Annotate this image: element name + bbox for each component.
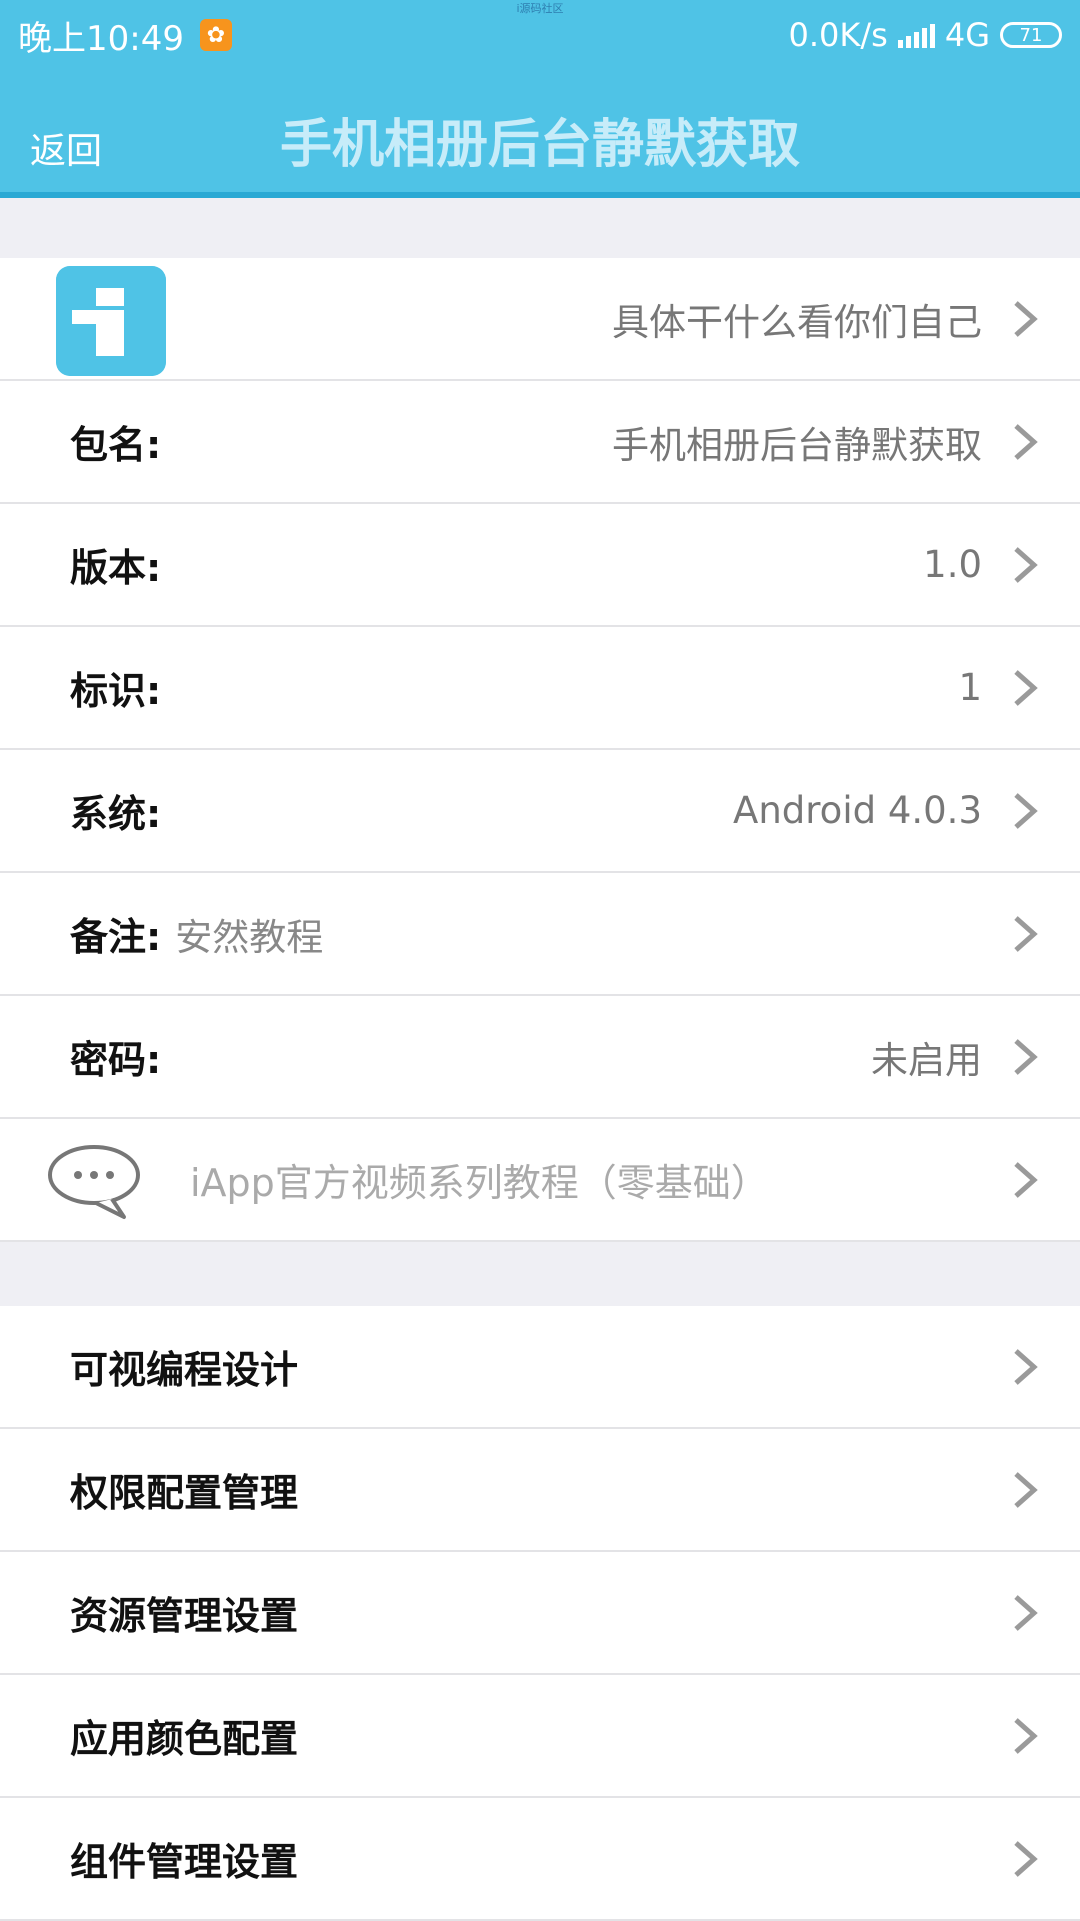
menu-item-label: 可视编程设计 bbox=[70, 1348, 299, 1392]
battery-level: 71 bbox=[1019, 24, 1043, 46]
battery-icon: 71 bbox=[1000, 22, 1062, 48]
password-label: 密码: bbox=[70, 1038, 162, 1082]
app-description-row[interactable]: 具体干什么看你们自己 bbox=[0, 258, 1080, 381]
package-value: 手机相册后台静默获取 bbox=[612, 423, 982, 467]
menu-item-label: 权限配置管理 bbox=[70, 1471, 299, 1515]
chevron-right-icon bbox=[1014, 1471, 1038, 1508]
network-type: 4G bbox=[944, 16, 990, 54]
package-label: 包名: bbox=[70, 423, 162, 467]
chevron-right-icon bbox=[1014, 423, 1038, 460]
tutorial-link: iApp官方视频系列教程（零基础） bbox=[190, 1161, 769, 1205]
chevron-right-icon bbox=[1014, 546, 1038, 583]
chevron-right-icon bbox=[1014, 1348, 1038, 1385]
settings-menu-section: 可视编程设计 权限配置管理 资源管理设置 应用颜色配置 组件管理设置 bbox=[0, 1306, 1080, 1921]
app-description: 具体干什么看你们自己 bbox=[612, 300, 982, 344]
network-speed: 0.0K/s bbox=[788, 16, 888, 54]
chevron-right-icon bbox=[1014, 792, 1038, 829]
chevron-right-icon bbox=[1014, 1594, 1038, 1631]
chevron-right-icon bbox=[1014, 1840, 1038, 1877]
password-row[interactable]: 密码: 未启用 bbox=[0, 996, 1080, 1119]
menu-item-components[interactable]: 组件管理设置 bbox=[0, 1798, 1080, 1921]
password-value: 未启用 bbox=[871, 1038, 982, 1082]
menu-item-resources[interactable]: 资源管理设置 bbox=[0, 1552, 1080, 1675]
status-watermark: i源码社区 bbox=[516, 2, 564, 15]
version-value: 1.0 bbox=[923, 543, 982, 586]
chat-bubble-icon bbox=[48, 1145, 140, 1219]
version-label: 版本: bbox=[70, 546, 162, 590]
title-bar: 返回 手机相册后台静默获取 bbox=[0, 70, 1080, 198]
menu-item-label: 资源管理设置 bbox=[70, 1594, 299, 1638]
app-info-section: 具体干什么看你们自己 包名: 手机相册后台静默获取 版本: 1.0 标识: 1 … bbox=[0, 258, 1080, 1242]
tutorial-link-row[interactable]: iApp官方视频系列教程（零基础） bbox=[0, 1119, 1080, 1242]
system-label: 系统: bbox=[70, 792, 162, 836]
menu-item-label: 应用颜色配置 bbox=[70, 1717, 299, 1761]
page-title: 手机相册后台静默获取 bbox=[279, 115, 800, 175]
chevron-right-icon bbox=[1014, 1161, 1038, 1198]
system-row[interactable]: 系统: Android 4.0.3 bbox=[0, 750, 1080, 873]
menu-item-colors[interactable]: 应用颜色配置 bbox=[0, 1675, 1080, 1798]
system-value: Android 4.0.3 bbox=[733, 789, 982, 832]
package-row[interactable]: 包名: 手机相册后台静默获取 bbox=[0, 381, 1080, 504]
chevron-right-icon bbox=[1014, 1717, 1038, 1754]
signal-icon bbox=[897, 22, 935, 48]
id-label: 标识: bbox=[70, 669, 162, 713]
note-label: 备注: bbox=[70, 915, 162, 959]
note-value: 安然教程 bbox=[175, 915, 324, 959]
id-value: 1 bbox=[958, 666, 982, 709]
chevron-right-icon bbox=[1014, 669, 1038, 706]
chevron-right-icon bbox=[1014, 300, 1038, 337]
menu-item-label: 组件管理设置 bbox=[70, 1840, 299, 1884]
id-row[interactable]: 标识: 1 bbox=[0, 627, 1080, 750]
note-row[interactable]: 备注: 安然教程 bbox=[0, 873, 1080, 996]
menu-item-permissions[interactable]: 权限配置管理 bbox=[0, 1429, 1080, 1552]
status-bar: 晚上10:49 ✿ i源码社区 0.0K/s 4G 71 bbox=[0, 0, 1080, 70]
menu-item-visual-programming[interactable]: 可视编程设计 bbox=[0, 1306, 1080, 1429]
chevron-right-icon bbox=[1014, 915, 1038, 952]
status-time: 晚上10:49 bbox=[18, 18, 184, 59]
chevron-right-icon bbox=[1014, 1038, 1038, 1075]
version-row[interactable]: 版本: 1.0 bbox=[0, 504, 1080, 627]
app-info-icon bbox=[56, 266, 166, 376]
notification-app-icon: ✿ bbox=[199, 19, 232, 51]
